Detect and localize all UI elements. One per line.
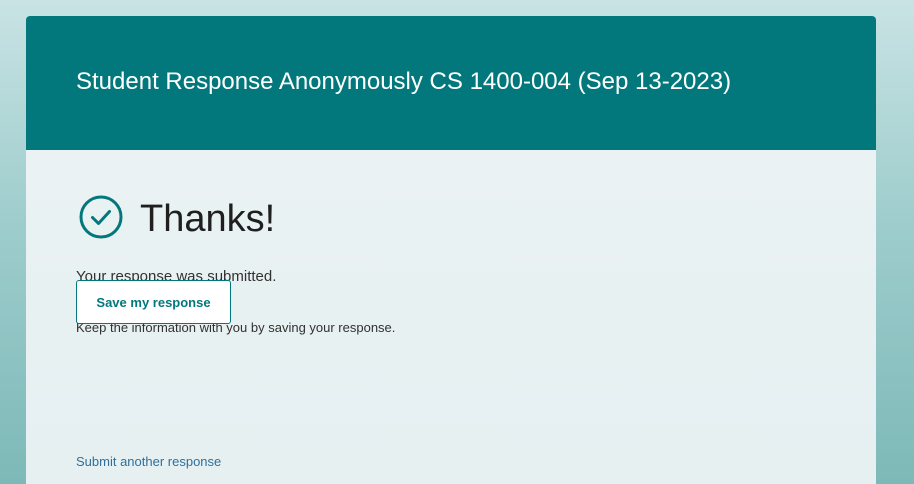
thanks-heading: Thanks! — [140, 198, 276, 240]
thanks-row: Thanks! — [78, 192, 275, 241]
confirmation-panel: Thanks! Your response was submitted. Kee… — [26, 150, 876, 484]
form-card: Student Response Anonymously CS 1400-004… — [26, 16, 876, 484]
submit-another-response-link[interactable]: Submit another response — [76, 454, 221, 469]
save-response-button[interactable]: Save my response — [76, 280, 231, 324]
form-header: Student Response Anonymously CS 1400-004… — [26, 16, 876, 150]
form-title: Student Response Anonymously CS 1400-004… — [76, 68, 732, 95]
check-circle-icon — [79, 195, 123, 238]
